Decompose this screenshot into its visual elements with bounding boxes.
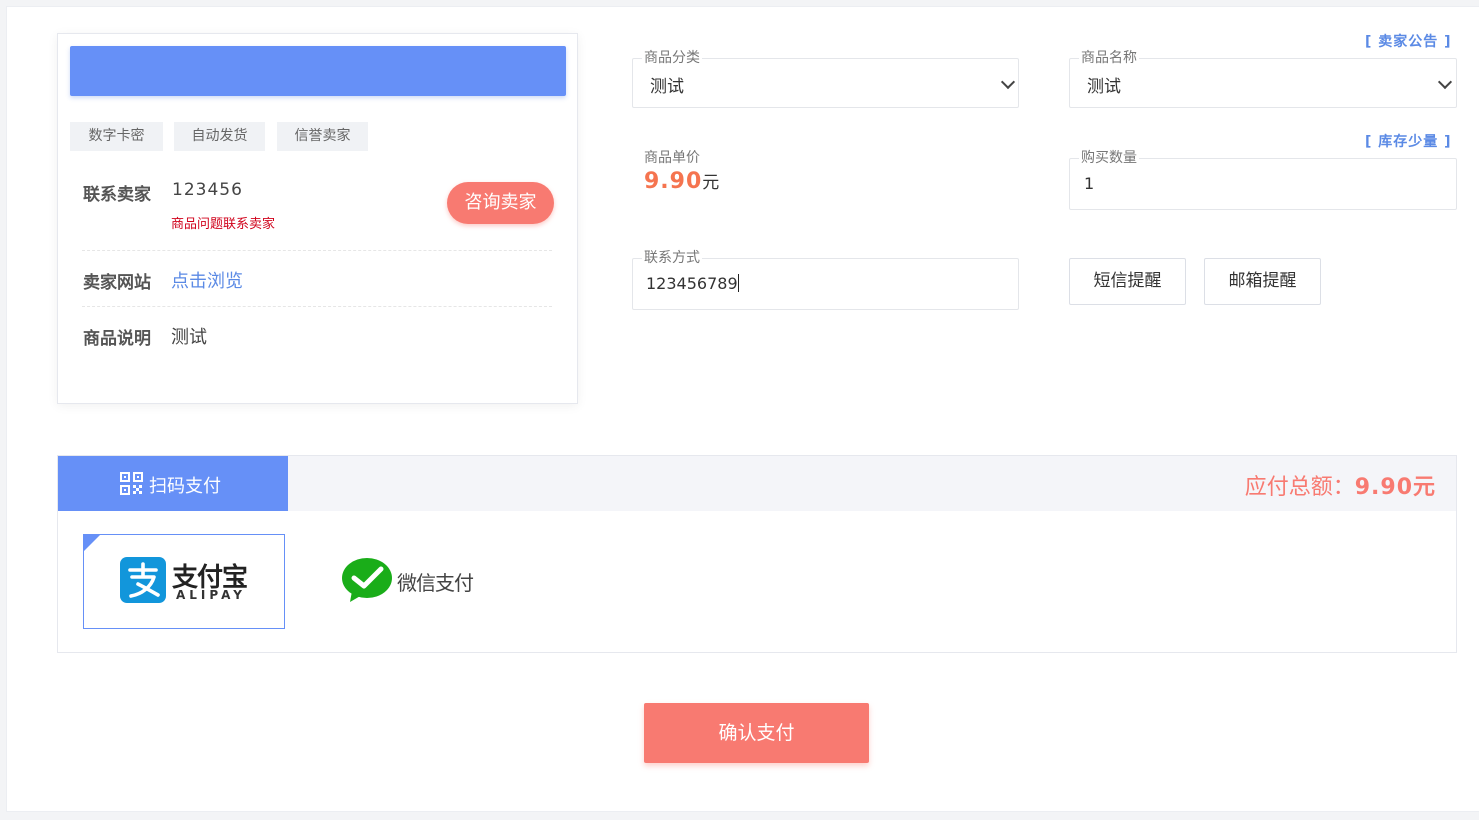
price-label: 商品单价	[642, 147, 702, 167]
product-name-select-value: 测试	[1087, 77, 1121, 97]
total-amount-label: 应付总额：	[1244, 475, 1355, 500]
email-reminder-button[interactable]: 邮箱提醒	[1204, 258, 1321, 305]
contact-input-text: 123456789	[646, 274, 738, 293]
price-unit: 元	[702, 173, 720, 193]
product-desc-value: 测试	[171, 327, 207, 348]
wechat-pay-option[interactable]: 微信支付	[340, 551, 500, 611]
category-select-value: 测试	[650, 77, 684, 97]
alipay-option[interactable]: 支付宝 ALIPAY	[83, 534, 285, 629]
product-desc-label: 商品说明	[83, 329, 151, 349]
product-name-label: 商品名称	[1079, 47, 1139, 67]
tab-scan-pay-label: 扫码支付	[149, 476, 221, 497]
alipay-logo-icon	[120, 557, 166, 603]
tab-scan-pay[interactable]: 扫码支付	[58, 456, 288, 511]
contact-label: 联系方式	[642, 247, 702, 267]
price-display: 9.90元	[644, 168, 719, 194]
alipay-en-name: ALIPAY	[176, 588, 246, 602]
quantity-label: 购买数量	[1079, 147, 1139, 167]
tag-digital-card: 数字卡密	[70, 122, 163, 151]
seller-website-link[interactable]: 点击浏览	[171, 267, 243, 293]
selected-corner-icon	[84, 535, 100, 551]
contact-seller-label: 联系卖家	[83, 185, 151, 205]
sms-reminder-button[interactable]: 短信提醒	[1069, 258, 1186, 305]
qr-code-icon	[120, 472, 143, 495]
category-label: 商品分类	[642, 47, 702, 67]
chevron-down-icon	[1437, 74, 1453, 90]
payment-section: 扫码支付 应付总额：9.90元 支付宝 ALIPAY 微信支付	[57, 455, 1457, 653]
wechat-pay-label: 微信支付	[397, 571, 474, 595]
divider	[82, 250, 552, 251]
contact-seller-note: 商品问题联系卖家	[171, 217, 276, 232]
wechat-pay-logo-icon	[342, 558, 392, 602]
payment-header: 扫码支付 应付总额：9.90元	[58, 456, 1456, 511]
contact-seller-value: 123456	[172, 180, 243, 200]
quantity-input-value: 1	[1084, 174, 1095, 193]
confirm-payment-button[interactable]: 确认支付	[644, 703, 869, 763]
text-cursor	[737, 274, 739, 292]
price-value: 9.90	[644, 169, 703, 194]
total-amount-value: 9.90元	[1354, 475, 1436, 500]
seller-info-card: 数字卡密 自动发货 信誉卖家 联系卖家 123456 商品问题联系卖家 咨询卖家…	[57, 33, 578, 404]
contact-input-value: 123456789	[646, 274, 739, 293]
tag-trusted-seller: 信誉卖家	[277, 122, 368, 151]
chevron-down-icon	[1000, 74, 1016, 90]
total-amount: 应付总额：9.90元	[1245, 469, 1436, 501]
consult-seller-button[interactable]: 咨询卖家	[447, 182, 554, 224]
seller-notice-link[interactable]: [ 卖家公告 ]	[1365, 31, 1452, 51]
tag-auto-delivery: 自动发货	[174, 122, 265, 151]
seller-banner	[70, 46, 566, 96]
stock-notice: [ 库存少量 ]	[1365, 134, 1452, 150]
seller-website-label: 卖家网站	[83, 273, 151, 293]
divider	[82, 306, 552, 307]
